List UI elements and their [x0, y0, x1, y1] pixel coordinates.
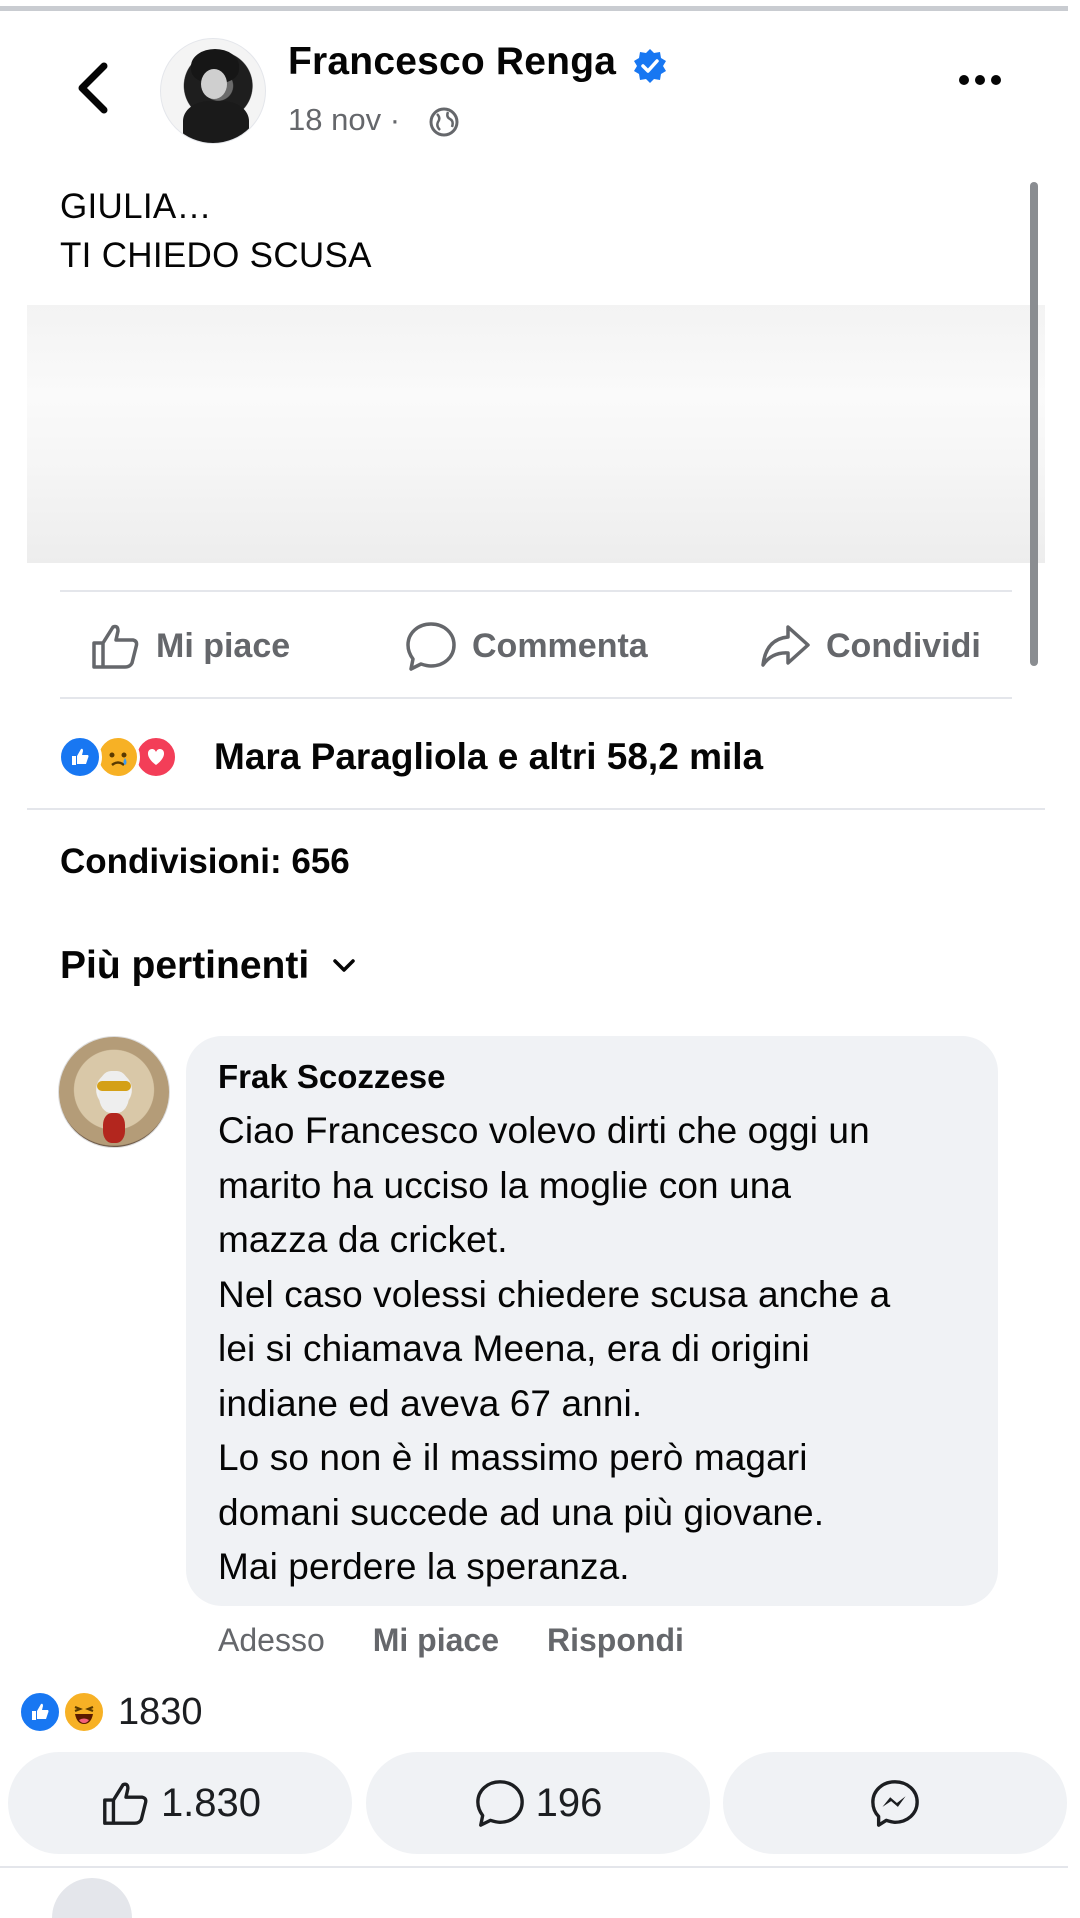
- post-text: GIULIA… TI CHIEDO SCUSA: [60, 187, 372, 275]
- commenter-avatar[interactable]: [58, 1036, 170, 1148]
- commenter-name[interactable]: Frak Scozzese: [218, 1058, 445, 1096]
- author-name[interactable]: Francesco Renga: [288, 40, 616, 84]
- love-icon: [134, 735, 178, 779]
- bottom-divider: [0, 1866, 1068, 1868]
- divider: [27, 808, 1045, 810]
- chevron-down-icon: [333, 959, 355, 972]
- like-button[interactable]: Mi piace: [88, 618, 290, 674]
- comment-like-button[interactable]: Mi piace: [373, 1622, 499, 1659]
- like-label: Mi piace: [156, 626, 291, 665]
- bottom-comment-count: 196: [535, 1780, 603, 1825]
- more-options-icon[interactable]: [956, 70, 1004, 90]
- comment-time: Adesso: [218, 1622, 325, 1658]
- thumbs-up-icon: [103, 1782, 148, 1825]
- verified-badge-icon: [634, 49, 666, 83]
- reactions-summary[interactable]: Mara Paragliola e altri 58,2 mila: [58, 732, 763, 782]
- sad-icon: [96, 735, 140, 779]
- share-button[interactable]: Condividi: [758, 618, 981, 674]
- shares-count[interactable]: Condivisioni: 656: [60, 842, 350, 882]
- bottom-comment-button[interactable]: 196: [366, 1752, 710, 1854]
- back-arrow-icon[interactable]: [70, 58, 114, 118]
- comment-sort-dropdown[interactable]: Più pertinenti: [60, 944, 357, 988]
- top-divider: [0, 6, 1068, 11]
- comment-button[interactable]: Commenta: [404, 618, 648, 674]
- comment-reply-button[interactable]: Rispondi: [547, 1622, 684, 1659]
- scrollbar[interactable]: [1030, 182, 1038, 666]
- post-media[interactable]: [27, 305, 1045, 563]
- comment-reactions-count: 1830: [118, 1690, 203, 1733]
- messenger-icon: [871, 1780, 919, 1827]
- comment-reactions-summary[interactable]: 1830: [18, 1688, 203, 1736]
- divider: [60, 697, 1012, 699]
- bottom-like-count: 1.830: [160, 1780, 262, 1825]
- comment-reaction-icons: [18, 1688, 112, 1736]
- author-avatar[interactable]: [160, 38, 266, 144]
- comment-actions: Adesso Mi piace Rispondi: [218, 1622, 684, 1659]
- divider: [60, 590, 1012, 592]
- share-label: Condividi: [826, 626, 981, 665]
- meta-separator: ·: [389, 102, 401, 137]
- like-icon: [18, 1690, 62, 1734]
- reactions-text[interactable]: Mara Paragliola e altri 58,2 mila: [214, 736, 763, 778]
- bottom-messenger-button[interactable]: [723, 1752, 1067, 1854]
- globe-icon: [429, 107, 459, 137]
- next-post-avatar: [52, 1878, 132, 1918]
- comment-label: Commenta: [472, 626, 648, 665]
- bottom-like-button[interactable]: 1.830: [8, 1752, 352, 1854]
- comment-text: Ciao Francesco volevo dirti che oggi un …: [218, 1110, 891, 1587]
- sort-label: Più pertinenti: [60, 944, 310, 987]
- share-icon: [761, 625, 810, 667]
- reaction-icons: [58, 732, 206, 782]
- haha-icon: [62, 1690, 106, 1734]
- post-date[interactable]: 18 nov: [288, 102, 381, 137]
- like-icon: [58, 735, 102, 779]
- comment-icon: [406, 622, 456, 671]
- comment-icon: [475, 1780, 524, 1827]
- thumbs-up-icon: [92, 624, 139, 669]
- post-meta: 18 nov ·: [288, 102, 400, 138]
